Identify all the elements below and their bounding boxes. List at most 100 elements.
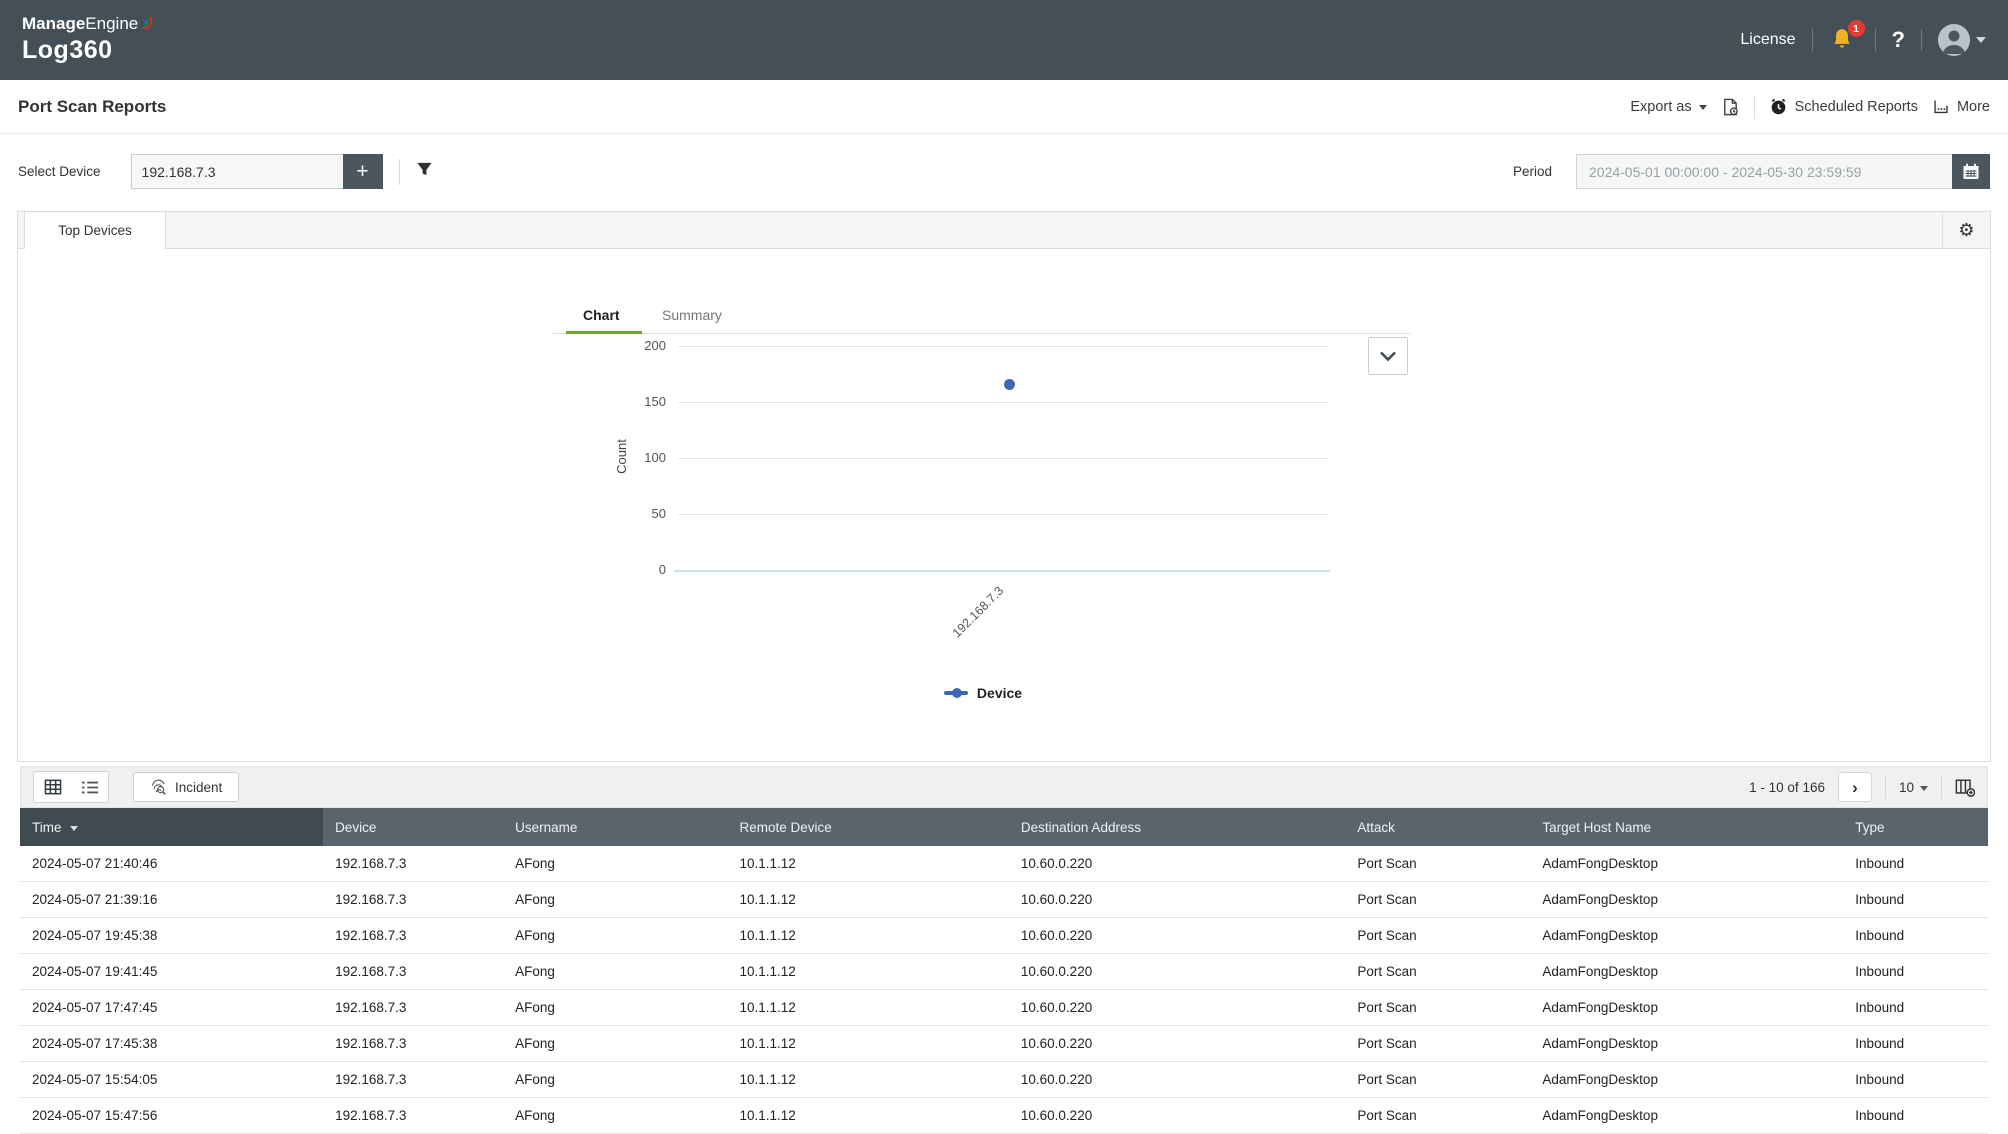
table-cell: AFong xyxy=(503,964,727,979)
y-tick-0: 0 xyxy=(578,561,666,579)
user-menu[interactable] xyxy=(1938,24,1986,56)
table-cell: 10.60.0.220 xyxy=(1009,964,1346,979)
table-row[interactable]: 2024-05-07 15:54:05192.168.7.3AFong10.1.… xyxy=(20,1062,1988,1098)
table-cell: 2024-05-07 19:45:38 xyxy=(20,928,323,943)
column-label: Time xyxy=(32,820,62,835)
table-cell: AdamFongDesktop xyxy=(1530,1108,1843,1123)
filter-icon[interactable] xyxy=(416,161,433,183)
table-cell: 192.168.7.3 xyxy=(323,1108,503,1123)
export-as-button[interactable]: Export as xyxy=(1630,99,1706,115)
table-row[interactable]: 2024-05-07 19:41:45192.168.7.3AFong10.1.… xyxy=(20,954,1988,990)
notification-bell-icon[interactable]: 1 xyxy=(1829,26,1859,54)
gridline-100 xyxy=(678,458,1328,459)
calendar-icon[interactable] xyxy=(1952,154,1990,189)
table-row[interactable]: 2024-05-07 21:40:46192.168.7.3AFong10.1.… xyxy=(20,846,1988,882)
alarm-clock-icon xyxy=(1769,97,1788,116)
column-header-remote-device[interactable]: Remote Device xyxy=(727,808,1008,846)
device-input[interactable] xyxy=(131,154,343,189)
gear-icon[interactable]: ⚙ xyxy=(1942,212,1990,248)
column-header-username[interactable]: Username xyxy=(503,808,727,846)
column-header-time[interactable]: Time xyxy=(20,808,323,846)
collapse-chart-button[interactable] xyxy=(1368,337,1408,375)
column-header-device[interactable]: Device xyxy=(323,808,503,846)
add-device-button[interactable]: + xyxy=(343,154,383,189)
brand-logo: ManageEngine Log360 xyxy=(22,15,154,64)
column-header-destination-address[interactable]: Destination Address xyxy=(1009,808,1346,846)
tab-summary[interactable]: Summary xyxy=(662,307,722,323)
table-row[interactable]: 2024-05-07 15:47:56192.168.7.3AFong10.1.… xyxy=(20,1098,1988,1134)
table-cell: AFong xyxy=(503,892,727,907)
sort-desc-icon xyxy=(70,826,78,831)
divider xyxy=(1754,95,1755,119)
help-icon[interactable]: ? xyxy=(1892,27,1905,53)
header-divider xyxy=(1921,29,1922,51)
table-row[interactable]: 2024-05-07 19:45:38192.168.7.3AFong10.1.… xyxy=(20,918,1988,954)
table-cell: 2024-05-07 17:45:38 xyxy=(20,1036,323,1051)
scheduled-reports-button[interactable]: Scheduled Reports xyxy=(1769,97,1918,116)
table-cell: 10.60.0.220 xyxy=(1009,928,1346,943)
column-header-type[interactable]: Type xyxy=(1843,808,1988,846)
view-switch xyxy=(33,771,109,803)
more-button[interactable]: More xyxy=(1932,98,1990,115)
table-cell: 10.60.0.220 xyxy=(1009,1000,1346,1015)
column-header-target-host-name[interactable]: Target Host Name xyxy=(1530,808,1843,846)
add-column-icon[interactable] xyxy=(1955,778,1975,797)
table-cell: Port Scan xyxy=(1345,856,1530,871)
scheduled-reports-label: Scheduled Reports xyxy=(1795,99,1918,115)
table-row[interactable]: 2024-05-07 17:45:38192.168.7.3AFong10.1.… xyxy=(20,1026,1988,1062)
table-cell: 10.1.1.12 xyxy=(727,1036,1008,1051)
table-cell: 192.168.7.3 xyxy=(323,928,503,943)
table-cell: 2024-05-07 19:41:45 xyxy=(20,964,323,979)
more-label: More xyxy=(1957,99,1990,115)
chevron-down-icon xyxy=(1699,105,1707,110)
table-row[interactable]: 2024-05-07 17:47:45192.168.7.3AFong10.1.… xyxy=(20,990,1988,1026)
export-history-icon[interactable] xyxy=(1721,97,1740,117)
period-label: Period xyxy=(1513,164,1552,179)
table-cell: 2024-05-07 15:54:05 xyxy=(20,1072,323,1087)
tab-chart[interactable]: Chart xyxy=(583,307,620,323)
y-tick-200: 200 xyxy=(578,337,666,355)
x-tick-label: 192.168.7.3 xyxy=(931,565,1026,660)
list-view-icon[interactable] xyxy=(71,772,108,802)
table-row[interactable]: 2024-05-07 21:39:16192.168.7.3AFong10.1.… xyxy=(20,882,1988,918)
table-cell: 192.168.7.3 xyxy=(323,964,503,979)
page-size-value: 10 xyxy=(1899,780,1914,795)
y-axis-title: Count xyxy=(614,439,629,474)
table-cell: AFong xyxy=(503,1000,727,1015)
incident-button[interactable]: Incident xyxy=(133,772,239,802)
table-cell: 10.60.0.220 xyxy=(1009,856,1346,871)
page-size-select[interactable]: 10 xyxy=(1899,780,1928,795)
divider xyxy=(1941,775,1942,799)
select-device-label: Select Device xyxy=(18,164,101,179)
brand-engine: Engine xyxy=(85,15,138,34)
panel-tab-strip: Top Devices ⚙ xyxy=(18,212,1990,249)
next-page-button[interactable]: › xyxy=(1838,772,1872,802)
notification-badge: 1 xyxy=(1848,20,1865,37)
tab-top-devices[interactable]: Top Devices xyxy=(24,212,166,249)
page-title: Port Scan Reports xyxy=(18,97,166,117)
column-header-attack[interactable]: Attack xyxy=(1345,808,1530,846)
table-cell: 10.1.1.12 xyxy=(727,856,1008,871)
table-cell: 10.1.1.12 xyxy=(727,1108,1008,1123)
grid-view-icon[interactable] xyxy=(34,772,71,802)
table-cell: 192.168.7.3 xyxy=(323,856,503,871)
table-toolbar: Incident 1 - 10 of 166 › 10 xyxy=(20,766,1988,808)
table-cell: Port Scan xyxy=(1345,1000,1530,1015)
table-cell: AdamFongDesktop xyxy=(1530,1072,1843,1087)
table-cell: 192.168.7.3 xyxy=(323,892,503,907)
chart-legend[interactable]: Device xyxy=(898,685,1068,701)
license-link[interactable]: License xyxy=(1740,31,1795,49)
table-cell: Port Scan xyxy=(1345,892,1530,907)
divider xyxy=(399,159,400,185)
filter-row: Select Device + Period xyxy=(0,134,2008,211)
period-input[interactable] xyxy=(1576,154,1952,189)
tab-baseline xyxy=(551,333,1411,334)
table-cell: AFong xyxy=(503,1108,727,1123)
table-cell: Inbound xyxy=(1843,1000,1988,1015)
table-cell: Inbound xyxy=(1843,964,1988,979)
scatter-point[interactable] xyxy=(1004,379,1015,390)
table-cell: Port Scan xyxy=(1345,1108,1530,1123)
table-cell: Inbound xyxy=(1843,892,1988,907)
chevron-down-icon xyxy=(1920,786,1928,791)
table-cell: 10.60.0.220 xyxy=(1009,1108,1346,1123)
